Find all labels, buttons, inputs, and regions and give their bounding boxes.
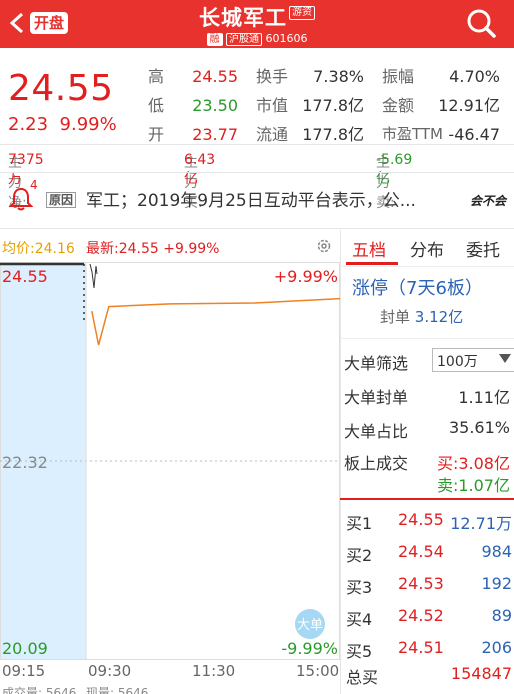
reason-tag: 原因 [46, 192, 77, 208]
y-label-mid: 22.32 [2, 453, 48, 472]
chevron-down-icon [499, 354, 511, 363]
bid-label: 买1 [346, 514, 373, 533]
tab-distribution[interactable]: 分布 [410, 236, 444, 261]
big-ratio-row: 大单占比 35.61% [344, 418, 510, 441]
y-label-low: 20.09 [2, 639, 48, 658]
orderbook-row: 买1 24.55 12.71万 [346, 506, 512, 538]
bid-label: 买4 [346, 610, 373, 629]
top-bar: 开盘 长城军工 游资 融 沪股通 601606 [0, 0, 514, 48]
quote-col-2-values: 7.38% 177.8亿 177.8亿 [302, 67, 364, 144]
time-tick: 09:15 [2, 662, 46, 680]
seal-order: 封单 3.12亿 [380, 308, 464, 326]
quote-col-1: 高 低 开 [148, 67, 165, 144]
bid-price: 24.51 [398, 638, 444, 657]
quote-col-2: 换手 市值 流通 [256, 67, 289, 144]
price-change: 2.23 9.99% [8, 114, 117, 135]
stock-name: 长城军工 [199, 6, 287, 30]
news-banner[interactable]: 4 原因 军工；2019年9月25日互动平台表示，公... 会不会 [0, 172, 514, 228]
right-panel: 五档 分布 委托 涨停（7天6板） 封单 3.12亿 大单筛选 100万 大单封… [340, 230, 514, 694]
bid-label: 买5 [346, 642, 373, 661]
time-axis: 09:15 09:30 11:30 15:00 [0, 662, 340, 684]
price-line [91, 297, 340, 346]
notification-count: 4 [30, 178, 38, 192]
limit-up-status: 涨停（7天6板） [352, 278, 483, 299]
svg-text:大单: 大单 [297, 618, 323, 633]
bid-price: 24.53 [398, 574, 444, 593]
margin-tag: 融 [206, 33, 223, 46]
time-tick: 15:00 [296, 662, 340, 680]
news-text[interactable]: 军工；2019年9月25日互动平台表示，公... [86, 186, 416, 211]
bid-volume: 89 [491, 606, 512, 625]
total-buy-row: 总买 154847 [346, 664, 512, 687]
time-tick: 11:30 [192, 662, 236, 680]
hgt-tag: 沪股通 [226, 33, 262, 46]
orderbook-row: 买4 24.52 89 [346, 602, 512, 634]
bid-volume: 192 [481, 574, 512, 593]
panel-tabs: 五档 分布 委托 [340, 230, 514, 266]
bid-price: 24.52 [398, 606, 444, 625]
orderbook-row: 买3 24.53 192 [346, 570, 512, 602]
watermark-icon: 大单 [295, 609, 325, 639]
active-tab-indicator [346, 262, 398, 265]
tab-orders[interactable]: 委托 [466, 236, 500, 261]
y-pct-low: -9.99% [281, 639, 338, 658]
filter-select[interactable]: 100万 [432, 348, 514, 372]
settings-gear-icon[interactable] [316, 238, 332, 254]
bid-price: 24.55 [398, 510, 444, 529]
bid-volume: 984 [481, 542, 512, 561]
quote-col-3-values: 4.70% 12.91亿 -46.47 [438, 67, 500, 144]
quote-panel: 24.55 2.23 9.99% 高 低 开 24.55 23.50 23.77… [0, 48, 514, 144]
big-order-filter: 大单筛选 100万 [344, 348, 514, 374]
bid-volume: 12.71万 [450, 514, 512, 533]
bid-label: 买2 [346, 546, 373, 565]
youzi-tag[interactable]: 游资 [289, 6, 315, 20]
big-seal-row: 大单封单 1.11亿 [344, 388, 510, 407]
time-tick: 09:30 [88, 662, 132, 680]
board-trade-row: 板上成交 买:3.08亿 卖:1.07亿 [344, 454, 510, 495]
y-label-high: 24.55 [2, 267, 48, 286]
stock-code: 601606 [265, 32, 308, 45]
intraday-chart[interactable]: 大单 24.55 22.32 20.09 +9.99% -9.99% [0, 262, 340, 660]
last-price: 24.55 [8, 68, 114, 109]
jianji-logo[interactable]: 会不会 [470, 192, 506, 209]
quote-col-1-values: 24.55 23.50 23.77 [192, 67, 238, 144]
bid-price: 24.54 [398, 542, 444, 561]
main-force-row[interactable]: 主力净: 7375万 主力买: 6.43亿 主力卖: -5.69亿 [0, 146, 514, 211]
search-icon[interactable] [466, 8, 496, 38]
y-pct-high: +9.99% [274, 267, 338, 286]
tab-five-levels[interactable]: 五档 [352, 236, 386, 261]
bid-volume: 206 [481, 638, 512, 657]
bid-label: 买3 [346, 578, 373, 597]
orderbook-row: 买2 24.54 984 [346, 538, 512, 570]
